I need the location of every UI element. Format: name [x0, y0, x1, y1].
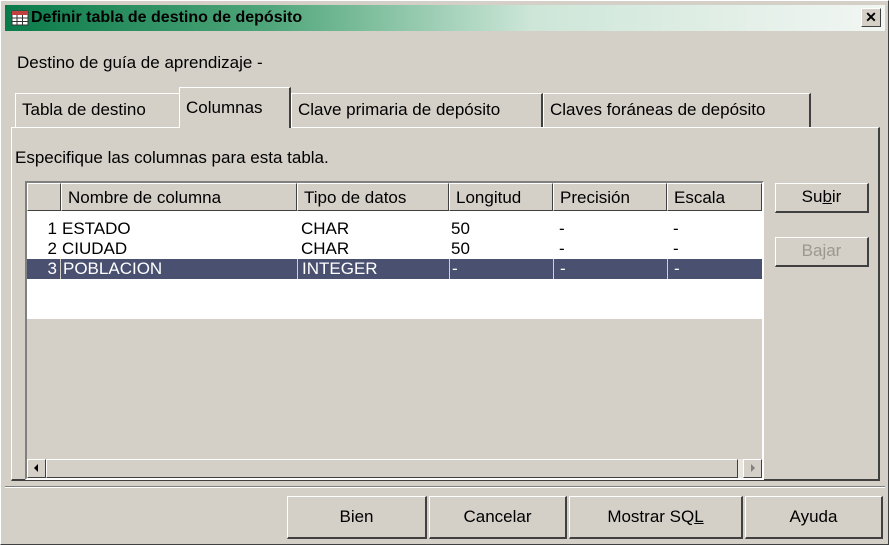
table-header: Nombre de columna Tipo de datos Longitud… [27, 183, 762, 211]
show-sql-mnemonic: L [694, 507, 704, 526]
tab-label: Clave primaria de depósito [298, 100, 501, 119]
column-header-length[interactable]: Longitud [449, 183, 553, 211]
column-header-number[interactable] [27, 183, 61, 211]
column-header-name[interactable]: Nombre de columna [61, 183, 297, 211]
row-number: 2 [47, 239, 57, 258]
cell-precision: - [559, 219, 565, 238]
cell-type: INTEGER [297, 259, 449, 279]
move-up-button[interactable]: Subir [775, 183, 869, 213]
arrow-left-icon [34, 464, 38, 472]
cell-type: CHAR [301, 219, 350, 238]
table-row[interactable]: 2 CIUDAD CHAR 50 - - [27, 239, 762, 259]
dialog-window: Definir tabla de destino de depósito ✕ D… [0, 0, 889, 545]
column-header-type[interactable]: Tipo de datos [297, 183, 449, 211]
cell-precision: - [553, 259, 667, 279]
arrow-right-icon [751, 464, 755, 472]
cell-name: ESTADO [62, 219, 131, 238]
table-body: 1 ESTADO CHAR 50 - - 2 CIUDAD CHAR 50 - … [27, 211, 762, 319]
cell-precision: - [559, 239, 565, 258]
title-bar[interactable]: Definir tabla de destino de depósito ✕ [5, 5, 885, 31]
help-button[interactable]: Ayuda [745, 496, 883, 539]
tab-target-table[interactable]: Tabla de destino [15, 93, 181, 127]
row-number: 1 [47, 219, 57, 238]
cell-name: POBLACION [60, 259, 297, 279]
move-up-mnemonic: b [822, 187, 832, 206]
columns-table: Nombre de columna Tipo de datos Longitud… [25, 181, 764, 480]
cell-scale: - [673, 239, 679, 258]
table-row[interactable]: 1 ESTADO CHAR 50 - - [27, 219, 762, 239]
scroll-thumb[interactable] [46, 459, 738, 478]
row-number: 3 [47, 259, 57, 278]
scroll-left-button[interactable] [27, 459, 46, 478]
column-header-scale[interactable]: Escala [667, 183, 762, 211]
scroll-right-button[interactable] [743, 459, 762, 478]
window-title: Definir tabla de destino de depósito [31, 9, 303, 26]
cell-name: CIUDAD [62, 239, 128, 258]
target-subtitle: Destino de guía de aprendizaje - [17, 53, 263, 72]
horizontal-scrollbar[interactable] [27, 459, 762, 478]
tab-label: Tabla de destino [22, 100, 146, 119]
show-sql-label: Mostrar SQ [607, 507, 695, 526]
show-sql-button[interactable]: Mostrar SQL [569, 496, 743, 539]
tab-label: Claves foráneas de depósito [550, 100, 766, 119]
cell-scale: - [673, 219, 679, 238]
footer-divider [5, 486, 885, 488]
tab-columns[interactable]: Columnas [179, 87, 291, 128]
cell-length: 50 [451, 239, 470, 258]
table-row-selected[interactable]: 3 POBLACION INTEGER - - - [27, 259, 762, 279]
cell-type: CHAR [301, 239, 350, 258]
move-down-label-start: Ba [801, 241, 823, 260]
move-down-label-end: ar [826, 241, 842, 260]
cell-length: 50 [451, 219, 470, 238]
close-icon: ✕ [865, 9, 877, 25]
column-header-precision[interactable]: Precisión [553, 183, 667, 211]
move-up-label-end: ir [831, 187, 842, 206]
cell-scale: - [667, 259, 762, 279]
close-button[interactable]: ✕ [861, 8, 881, 27]
cancel-button[interactable]: Cancelar [429, 496, 567, 539]
tab-primary-key[interactable]: Clave primaria de depósito [291, 93, 543, 127]
tab-foreign-keys[interactable]: Claves foráneas de depósito [543, 93, 811, 127]
cell-length: - [449, 259, 553, 279]
table-icon [11, 9, 29, 27]
instructions-text: Especifique las columnas para esta tabla… [15, 148, 329, 167]
tab-label: Columnas [186, 98, 263, 117]
move-up-label-start: Su [801, 187, 823, 206]
ok-button[interactable]: Bien [287, 496, 427, 539]
move-down-button[interactable]: Bajar [775, 237, 869, 267]
